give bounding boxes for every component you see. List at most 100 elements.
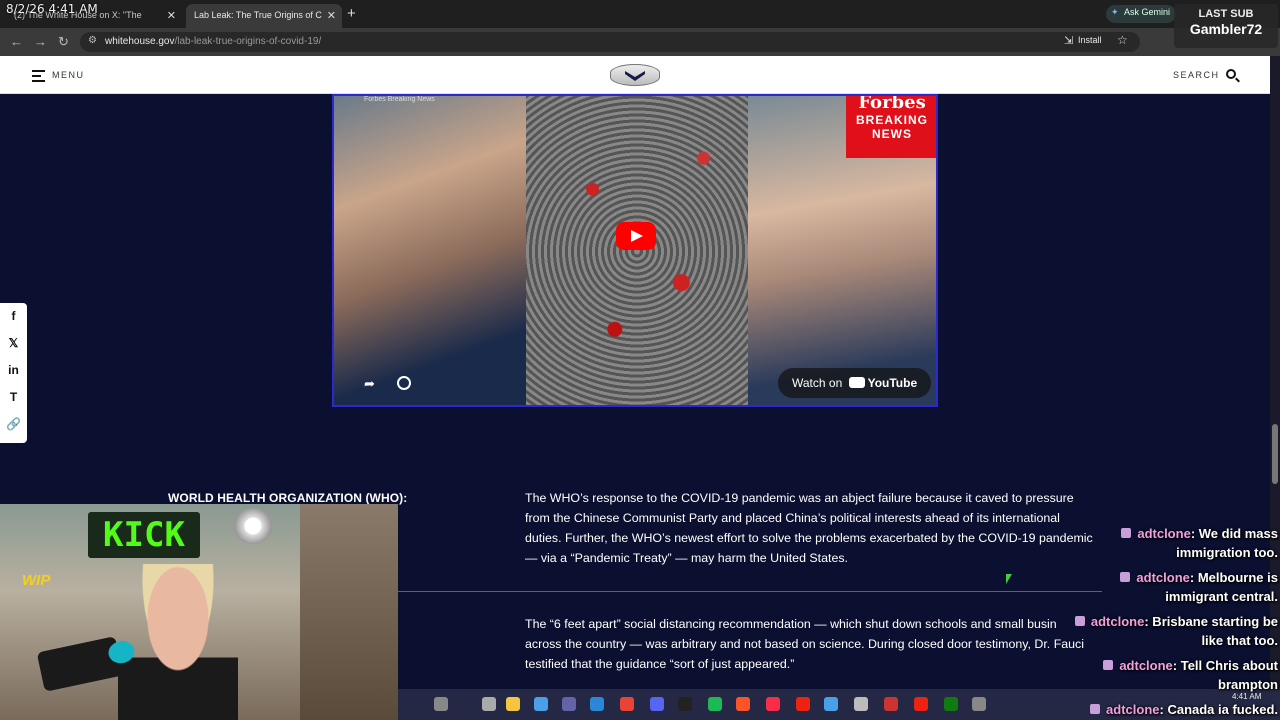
last-sub-overlay: LAST SUB Gambler72 bbox=[1174, 4, 1278, 48]
site-info-icon[interactable]: ⚙ bbox=[88, 35, 97, 46]
youtube-label: YouTube bbox=[867, 376, 918, 390]
ring-light bbox=[233, 508, 273, 544]
chat-text: : Tell Chris about bbox=[1172, 658, 1278, 673]
xbox-icon[interactable] bbox=[944, 697, 958, 711]
share-icon[interactable]: ➦ bbox=[364, 376, 375, 392]
linkedin-icon[interactable]: in bbox=[0, 357, 27, 384]
chat-username: adtclone bbox=[1119, 658, 1173, 673]
search-label[interactable]: SEARCH bbox=[1173, 70, 1220, 80]
hamburger-icon bbox=[32, 70, 45, 85]
chat-username: adtclone bbox=[1137, 526, 1191, 541]
chat-username: adtclone bbox=[1090, 614, 1145, 629]
opera-icon[interactable] bbox=[914, 697, 928, 711]
menu-button[interactable]: MENU bbox=[32, 70, 85, 82]
bookmark-star-icon[interactable]: ☆ bbox=[1117, 33, 1128, 47]
sub-badge-icon bbox=[1074, 616, 1085, 626]
streamer bbox=[118, 564, 238, 720]
chat-message: adtclone: Melbourne is immigrant central… bbox=[1120, 568, 1278, 606]
copilot-icon[interactable] bbox=[534, 697, 548, 711]
help-icon[interactable] bbox=[824, 697, 838, 711]
url-host: whitehouse.gov bbox=[105, 36, 175, 47]
chat-message: adtclone: Brisbane starting be like that… bbox=[1074, 612, 1278, 650]
white-house-logo[interactable] bbox=[610, 64, 660, 86]
store-icon[interactable] bbox=[590, 697, 604, 711]
chat-username: adtclone bbox=[1136, 570, 1190, 585]
watch-on-youtube-button[interactable]: Watch on YouTube bbox=[778, 368, 932, 398]
youtube-logo-icon bbox=[848, 377, 865, 388]
chat-text: : Canada ia fucked. bbox=[1159, 702, 1278, 717]
tab-lab-leak[interactable]: Lab Leak: The True Origins of C ✕ bbox=[186, 4, 342, 28]
app-icon[interactable] bbox=[796, 697, 810, 711]
sub-badge-icon bbox=[1090, 704, 1101, 714]
menu-label: MENU bbox=[52, 70, 85, 80]
chat-message: adtclone: Canada ia fucked. bbox=[1090, 700, 1278, 719]
chat-text: immigrant central. bbox=[1165, 589, 1278, 604]
channel-name: Forbes Breaking News bbox=[364, 96, 435, 103]
social-distancing-paragraph: The “6 feet apart” social distancing rec… bbox=[525, 617, 1084, 671]
site-header: MENU SEARCH bbox=[0, 56, 1270, 94]
copy-link-icon[interactable]: 🔗 bbox=[0, 411, 27, 438]
app-icon[interactable] bbox=[708, 697, 722, 711]
close-icon[interactable]: ✕ bbox=[327, 9, 336, 22]
chat-text: : Melbourne is bbox=[1189, 570, 1278, 585]
chat-text: : Brisbane starting be bbox=[1144, 614, 1278, 629]
who-paragraph: The WHO’s response to the COVID-19 pande… bbox=[525, 491, 1093, 565]
sub-badge-icon bbox=[1103, 660, 1114, 670]
webcam-shelf bbox=[300, 504, 398, 720]
kick-sign: KICK bbox=[88, 512, 200, 558]
webcam-overlay: KICK WIP bbox=[0, 504, 398, 720]
forbes-logo-text: Forbes bbox=[858, 94, 926, 113]
scrollbar-thumb[interactable] bbox=[1272, 424, 1278, 484]
text-size-icon[interactable]: T bbox=[0, 384, 27, 411]
last-sub-label: LAST SUB bbox=[1198, 8, 1254, 20]
teams-icon[interactable] bbox=[562, 697, 576, 711]
install-button[interactable]: Install bbox=[1062, 34, 1102, 47]
obs-icon[interactable] bbox=[678, 697, 692, 711]
microphone-icon bbox=[36, 636, 137, 692]
youtube-embed[interactable]: Forbes Breaking News Forbes BREAKING NEW… bbox=[332, 94, 938, 407]
back-icon[interactable]: ← bbox=[10, 34, 23, 49]
chat-text: immigration too. bbox=[1176, 545, 1278, 560]
chat-username: adtclone bbox=[1106, 702, 1160, 717]
x-icon[interactable]: 𝕏 bbox=[0, 330, 27, 357]
chat-message: adtclone: We did mass immigration too. bbox=[1121, 524, 1278, 562]
discord-icon[interactable] bbox=[650, 697, 664, 711]
reload-icon[interactable]: ↻ bbox=[58, 34, 69, 50]
sub-badge-icon bbox=[1120, 572, 1131, 582]
watch-later-icon[interactable] bbox=[397, 376, 411, 390]
sub-badge-icon bbox=[1121, 528, 1132, 538]
search-icon[interactable] bbox=[434, 697, 448, 711]
calculator-icon[interactable] bbox=[972, 697, 986, 711]
browser-tab-bar: (2) The White House on X: "The ✕ Lab Lea… bbox=[0, 0, 1280, 28]
music-icon[interactable] bbox=[766, 697, 780, 711]
chat-text: like that too. bbox=[1201, 633, 1278, 648]
task-view-icon[interactable] bbox=[482, 697, 496, 711]
chrome-icon[interactable] bbox=[620, 697, 634, 711]
close-icon[interactable]: ✕ bbox=[167, 9, 176, 22]
play-icon[interactable] bbox=[616, 222, 656, 250]
forward-icon[interactable]: → bbox=[34, 34, 47, 49]
breaking-news-text: BREAKING NEWS bbox=[855, 113, 928, 141]
share-rail: f 𝕏 in T 🔗 bbox=[0, 303, 27, 443]
app-icon[interactable] bbox=[854, 697, 868, 711]
stream-timestamp: 8/2/26 4:41 AM bbox=[6, 2, 98, 16]
wip-sign: WIP bbox=[22, 572, 51, 589]
file-explorer-icon[interactable] bbox=[506, 697, 520, 711]
tab-label: Lab Leak: The True Origins of C bbox=[194, 10, 322, 20]
video-thumbnail-virus bbox=[526, 96, 748, 405]
new-tab-icon[interactable]: + bbox=[347, 5, 356, 22]
ask-gemini-button[interactable]: Ask Gemini bbox=[1106, 5, 1177, 23]
facebook-icon[interactable]: f bbox=[0, 303, 27, 330]
chat-text: brampton bbox=[1218, 677, 1278, 692]
brave-icon[interactable] bbox=[736, 697, 750, 711]
last-sub-name: Gambler72 bbox=[1189, 21, 1263, 37]
search-icon[interactable] bbox=[1226, 69, 1236, 79]
video-thumbnail-left bbox=[334, 96, 526, 405]
forbes-breaking-news-badge: Forbes BREAKING NEWS bbox=[846, 94, 936, 158]
app-icon[interactable] bbox=[884, 697, 898, 711]
address-bar-row: ← → ↻ ⚙ whitehouse.gov/lab-leak-true-ori… bbox=[0, 28, 1280, 75]
chat-text: : We did mass bbox=[1190, 526, 1278, 541]
mouse-cursor-icon bbox=[1006, 574, 1012, 584]
chat-message: adtclone: Tell Chris about brampton bbox=[1103, 656, 1278, 694]
url-field[interactable]: ⚙ whitehouse.gov/lab-leak-true-origins-o… bbox=[80, 32, 1140, 52]
